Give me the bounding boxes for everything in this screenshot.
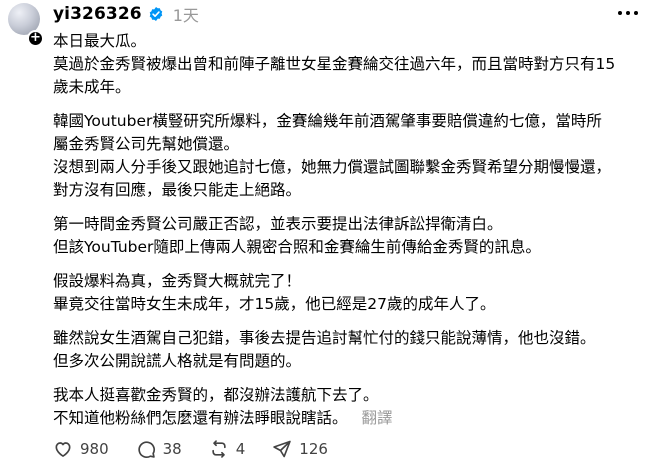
translate-link[interactable]: 翻譯 (362, 409, 393, 427)
action-bar: 980 38 4 126 (53, 439, 355, 459)
verified-badge-icon (149, 7, 162, 21)
username[interactable]: yi326326 (53, 4, 142, 24)
post-paragraph: 假設爆料為真，金秀賢大概就完了！ 畢竟交往當時女生未成年，才15歲，他已經是27… (53, 272, 496, 313)
send-icon (273, 440, 292, 458)
comment-button[interactable]: 38 (136, 439, 182, 459)
post-paragraph: 莫過於金秀賢被爆出曾和前陣子離世女星金賽綸交往過六年，而且當時對方只有15 歲未… (53, 55, 616, 96)
more-options-icon[interactable] (616, 4, 640, 22)
comment-count: 38 (162, 440, 182, 458)
like-count: 980 (80, 440, 109, 458)
post-paragraph: 韓國Youtuber橫豎研究所爆料，金賽綸幾年前酒駕肇事要賠償違約七億，當時所 … (53, 112, 612, 199)
heart-icon (55, 442, 71, 457)
repost-count: 4 (235, 440, 246, 458)
comment-icon (137, 441, 155, 458)
like-button[interactable]: 980 (53, 439, 109, 459)
post-paragraph: 我本人挺喜歡金秀賢的，都沒辦法護航下去了。 不知道他粉絲們怎麼還有辦法睜眼說瞎話… (53, 386, 379, 427)
post-paragraph: 第一時間金秀賢公司嚴正否認，並表示要提出法律訴訟捍衛清白。 但該YouTuber… (53, 215, 541, 256)
post-paragraph: 本日最大瓜。 (53, 32, 147, 50)
post-content: 本日最大瓜。 莫過於金秀賢被爆出曾和前陣子離世女星金賽綸交往過六年，而且當時對方… (53, 30, 643, 441)
share-count: 126 (299, 440, 328, 458)
thread-post: + yi326326 1天 本日最大瓜。 莫過於金秀賢被爆出曾和前陣子離世女星金… (0, 0, 656, 464)
post-time: 1天 (172, 6, 199, 25)
post-paragraph: 雖然說女生酒駕自己犯錯，事後去提告追討幫忙付的錢只能說薄情，他也沒錯。 但多次公… (53, 329, 596, 370)
post-header: yi326326 1天 (53, 2, 199, 26)
repost-icon (212, 440, 226, 458)
post-last-paragraph: 我本人挺喜歡金秀賢的，都沒辦法護航下去了。 不知道他粉絲們怎麼還有辦法睜眼說瞎話… (53, 384, 643, 430)
share-button[interactable]: 126 (272, 439, 328, 459)
repost-button[interactable]: 4 (209, 439, 246, 459)
follow-plus-icon[interactable]: + (27, 30, 44, 47)
